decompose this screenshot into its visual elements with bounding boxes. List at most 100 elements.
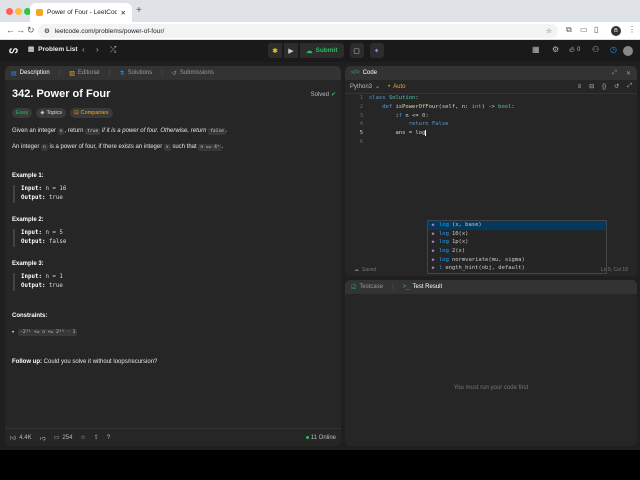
method-icon: ◆ (431, 222, 435, 229)
notes-icon[interactable]: ▢ (349, 43, 364, 58)
autocomplete-item[interactable]: ◆ log (x, base) (428, 221, 606, 230)
constraint-text: -2³¹ <= n <= 2³¹ - 1 (18, 329, 78, 336)
tab-testcase[interactable]: ☑ Testcase (351, 284, 383, 291)
language-select[interactable]: Python3 ⌄ (350, 83, 381, 91)
tab-test-result[interactable]: >_ Test Result (403, 284, 443, 290)
reload-icon[interactable]: ↻ (27, 25, 35, 36)
braces-icon[interactable]: {} (602, 84, 606, 90)
empty-result-message: You must run your code first (453, 385, 529, 391)
site-info-icon[interactable]: ⚙ (44, 27, 50, 35)
shuffle-icon[interactable]: ⤮ (110, 45, 116, 55)
tab-editorial-label: Editorial (77, 70, 100, 76)
problem-title[interactable]: 342. Power of Four (12, 88, 334, 100)
leetcode-page: ᔕ ▤ Problem List ‹ › ⤮ ✱ ▶ ☁ Submit ▢ ✦ … (0, 40, 640, 450)
submit-button[interactable]: ☁ Submit (300, 43, 344, 58)
tab-description[interactable]: ▤ Description (11, 70, 50, 77)
online-dot-icon (305, 436, 309, 439)
code-tab-label: Code (362, 70, 378, 76)
leetcode-favicon-icon (36, 9, 43, 16)
autocomplete-item[interactable]: ◆ log 10(x) (428, 230, 606, 239)
streak-fire-icon[interactable]: 🔥︎ (569, 45, 575, 55)
leetcode-logo-icon[interactable]: ᔕ (9, 45, 19, 57)
autocomplete-item[interactable]: ◆ log normvariate(mu, sigma) (428, 255, 606, 264)
debug-icon[interactable]: ✱ (268, 43, 282, 58)
code-line: def isPowerOfFour(self, n: int) -> bool: (382, 103, 515, 110)
tab-testcase-label: Testcase (359, 284, 384, 290)
browser-menu-icon[interactable]: ⋮ (628, 25, 636, 34)
prev-problem-icon[interactable]: ‹ (82, 45, 85, 54)
cloud-icon: ☁ (354, 267, 359, 273)
problem-list-button[interactable]: ▤ Problem List (28, 45, 78, 54)
cast-icon[interactable]: ▭ (580, 25, 588, 34)
method-icon: ◆ (431, 239, 435, 246)
extensions-icon[interactable]: ⧉ (566, 25, 572, 35)
autocomplete-item[interactable]: ◆ log 1p(x) (428, 238, 606, 247)
difficulty-badge: Easy (12, 108, 33, 118)
expand-icon[interactable]: ⤢ (612, 70, 617, 77)
star-icon[interactable]: ☆ (80, 434, 85, 441)
add-friend-icon[interactable]: ⚇ (592, 45, 599, 54)
close-window-icon[interactable] (6, 8, 13, 15)
bookmark-icon[interactable]: ⊟ (589, 83, 594, 90)
topics-button[interactable]: ◈ Topics (36, 108, 67, 118)
auto-save-toggle[interactable]: • Auto (388, 84, 405, 90)
like-count: 4.4K (19, 434, 32, 441)
history-icon: ↺ (171, 70, 177, 77)
run-icon[interactable]: ▶ (284, 43, 298, 58)
back-icon[interactable]: ← (6, 25, 15, 35)
bookmark-star-icon[interactable]: ☆ (546, 27, 552, 35)
companies-button[interactable]: ⊡ Companies (70, 108, 113, 118)
example-block: Input: n = 1 Output: true (13, 273, 334, 291)
user-avatar[interactable] (623, 46, 633, 56)
tab-solutions[interactable]: ⚗ Solutions (119, 70, 152, 77)
sidebar-icon[interactable]: ▯ (594, 25, 598, 34)
reset-icon[interactable]: ↺ (614, 83, 619, 90)
method-icon: ◆ (431, 230, 435, 237)
submit-label: Submit (315, 47, 338, 54)
help-icon[interactable]: ? (107, 435, 110, 441)
minimize-window-icon[interactable] (15, 8, 22, 15)
solved-badge: Solved ✔ (311, 91, 336, 99)
example-block: Input: n = 16 Output: true (13, 185, 334, 203)
method-icon: ◆ (431, 256, 435, 263)
tab-solutions-label: Solutions (127, 70, 153, 76)
testcase-panel: ☑ Testcase | >_ Test Result You must run… (345, 280, 637, 446)
close-panel-icon[interactable]: ✕ (626, 70, 631, 77)
fullscreen-icon[interactable]: ⤢ (627, 83, 632, 90)
code-line: class Solution: (369, 95, 419, 101)
new-tab-icon[interactable]: + (136, 5, 142, 16)
list-icon: ▤ (28, 46, 35, 53)
thumbs-down-icon[interactable]: 👎︎ (40, 434, 46, 442)
tab-submissions[interactable]: ↺ Submissions (172, 70, 214, 77)
layout-icon[interactable]: ▦ (532, 45, 540, 54)
online-indicator: 11 Online (305, 435, 336, 441)
tab-submissions-label: Submissions (179, 70, 214, 76)
comment-count: 254 (62, 434, 73, 441)
timer-icon[interactable]: ◷ (610, 45, 617, 54)
code-line: if n <= 0: (395, 112, 429, 119)
flask-icon: ⚗ (119, 70, 125, 77)
tab-editorial[interactable]: ▥ Editorial (69, 70, 99, 77)
comments-button[interactable]: ▭ 254 (53, 434, 73, 442)
profile-avatar[interactable]: B (611, 26, 621, 36)
tag-row: Easy ◈ Topics ⊡ Companies (12, 108, 334, 118)
comment-icon: ▭ (53, 435, 60, 441)
code-tab[interactable]: </> Code (351, 70, 377, 76)
format-icon[interactable]: ≡ (578, 84, 582, 90)
chevron-down-icon: ⌄ (375, 84, 381, 90)
url-text: leetcode.com/problems/power-of-four/ (54, 27, 165, 35)
autocomplete-item[interactable]: ◆ log 2(x) (428, 247, 606, 256)
browser-tab[interactable]: Power of Four - LeetCode ✕ (30, 3, 132, 22)
companies-label: Companies (80, 110, 109, 116)
next-problem-icon[interactable]: › (96, 45, 99, 54)
share-icon[interactable]: ⇪ (94, 434, 99, 441)
terminal-icon: >_ (402, 284, 410, 290)
settings-icon[interactable]: ⚙ (552, 45, 559, 54)
problem-statement: Given an integer n, return true if it is… (12, 128, 228, 135)
constraints-title: Constraints: (12, 313, 48, 319)
address-bar[interactable]: ⚙ leetcode.com/problems/power-of-four/ ☆ (38, 24, 558, 38)
forward-icon[interactable]: → (16, 25, 25, 35)
like-button[interactable]: 👍︎ 4.4K (10, 434, 32, 442)
ai-assist-icon[interactable]: ✦ (369, 43, 384, 58)
close-tab-icon[interactable]: ✕ (121, 9, 126, 17)
